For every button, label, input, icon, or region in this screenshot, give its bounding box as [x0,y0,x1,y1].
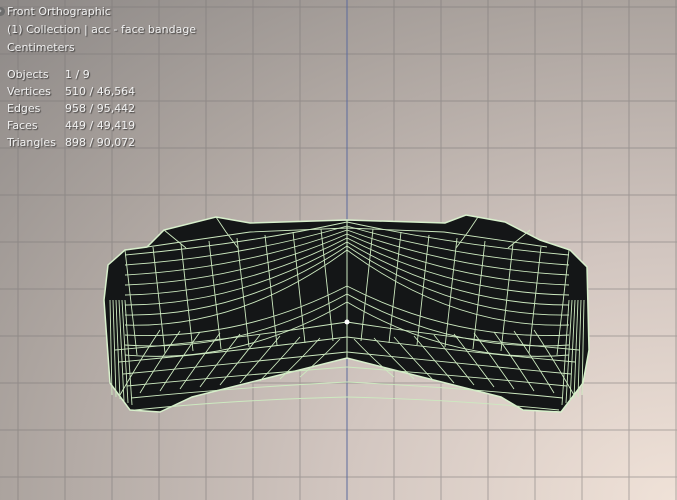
stat-faces: Faces 449 / 49,419 [7,117,135,134]
units-label: Centimeters [7,41,75,54]
stat-value: 958 / 95,442 [65,102,136,115]
stat-edges: Edges 958 / 95,442 [7,100,135,117]
stat-label: Objects [7,68,49,81]
stat-label: Triangles [7,136,56,149]
stat-value: 510 / 46,564 [65,85,136,98]
stat-label: Faces [7,119,38,132]
3d-viewport[interactable]: › Front Orthographic (1) Collection | ac… [0,0,677,500]
stat-value: 1 / 9 [65,68,90,81]
viewport-info-overlay: Front Orthographic (1) Collection | acc … [7,3,196,57]
view-name: Front Orthographic [7,5,111,18]
stat-label: Vertices [7,85,51,98]
stat-objects: Objects 1 / 9 [7,66,135,83]
stat-triangles: Triangles 898 / 90,072 [7,134,135,151]
collection-info: (1) Collection | acc - face bandage [7,23,197,36]
object-origin-dot [344,319,350,325]
stat-value: 898 / 90,072 [65,136,136,149]
stat-label: Edges [7,102,41,115]
stat-vertices: Vertices 510 / 46,564 [7,83,135,100]
face-bandage-mesh[interactable] [103,214,590,413]
stat-value: 449 / 49,419 [65,119,136,132]
scene-statistics: Objects 1 / 9 Vertices 510 / 46,564 Edges 9… [7,66,135,151]
